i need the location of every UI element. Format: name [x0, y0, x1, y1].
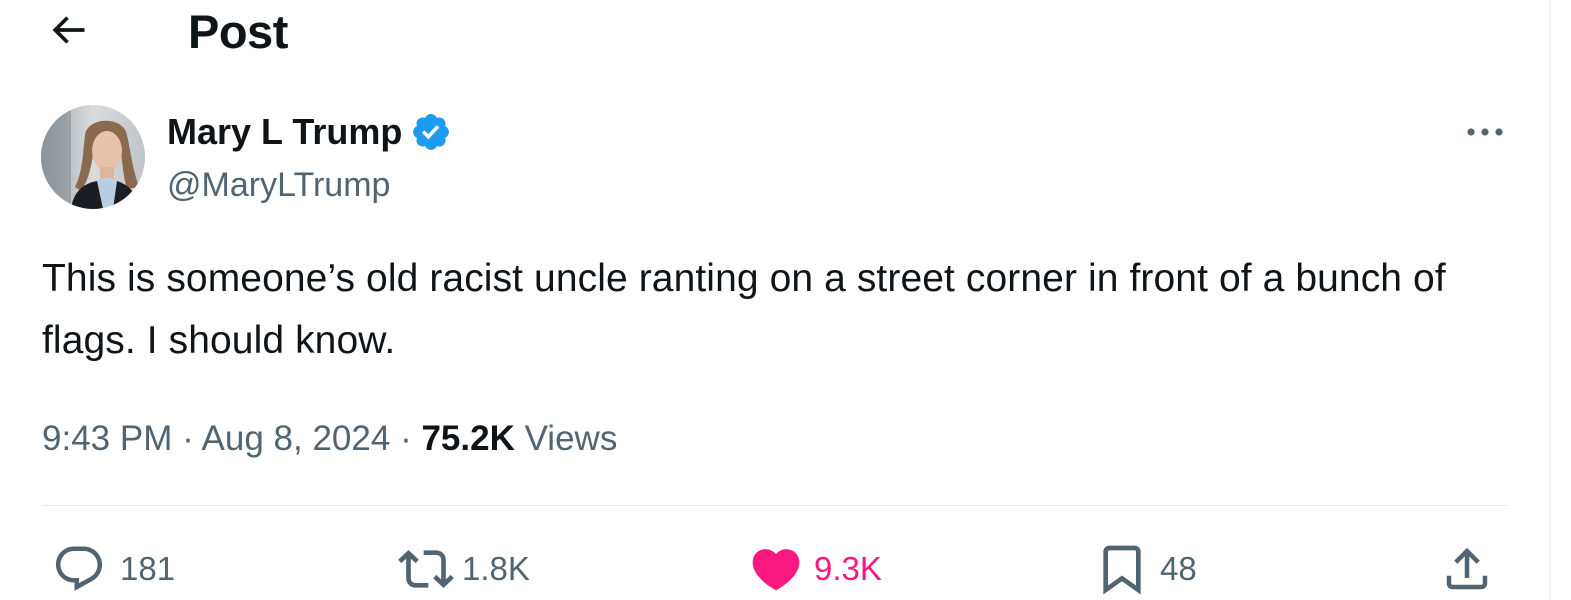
- avatar[interactable]: [41, 105, 145, 209]
- tweet-time-link[interactable]: 9:43 PM · Aug 8, 2024: [42, 419, 390, 458]
- reply-button[interactable]: 181: [52, 540, 175, 598]
- views-count: 75.2K: [421, 419, 515, 458]
- repost-button[interactable]: 1.8K: [398, 540, 530, 598]
- divider: [42, 505, 1508, 506]
- share-button[interactable]: [1440, 540, 1494, 598]
- views-link[interactable]: 75.2K Views: [421, 419, 617, 458]
- bookmark-count: 48: [1160, 550, 1197, 587]
- like-button[interactable]: 9.3K: [748, 540, 882, 598]
- bookmark-button[interactable]: 48: [1094, 540, 1197, 598]
- author-name-text: Mary L Trump: [167, 111, 403, 152]
- like-count: 9.3K: [814, 550, 882, 587]
- more-horizontal-icon: [1467, 128, 1503, 136]
- tweet-metadata: 9:43 PM · Aug 8, 2024 · 75.2K Views: [42, 416, 617, 462]
- tweet-date: Aug 8, 2024: [201, 419, 391, 458]
- tweet-time: 9:43 PM: [42, 419, 173, 458]
- author-handle[interactable]: @MaryLTrump: [167, 164, 390, 206]
- page-title: Post: [188, 5, 288, 58]
- author-name[interactable]: Mary L Trump: [167, 110, 452, 154]
- tweet-text: This is someone’s old racist uncle ranti…: [42, 257, 1446, 362]
- page-header: Post: [0, 0, 1549, 62]
- repost-count: 1.8K: [462, 550, 530, 587]
- bookmark-icon: [1103, 545, 1141, 595]
- views-label: Views: [524, 419, 618, 458]
- meta-separator: ·: [400, 419, 412, 458]
- arrow-left-icon: [52, 16, 85, 44]
- share-icon: [1446, 547, 1488, 590]
- more-options-button[interactable]: [1462, 112, 1508, 152]
- meta-separator: ·: [182, 419, 194, 458]
- reply-icon: [55, 546, 103, 591]
- back-button[interactable]: [40, 6, 96, 54]
- profile-photo: [41, 105, 145, 209]
- heart-filled-icon: [752, 549, 800, 591]
- column-border: [1549, 0, 1551, 600]
- reply-count: 181: [120, 550, 176, 587]
- verified-badge-icon: [413, 114, 450, 150]
- repost-icon: [398, 550, 454, 588]
